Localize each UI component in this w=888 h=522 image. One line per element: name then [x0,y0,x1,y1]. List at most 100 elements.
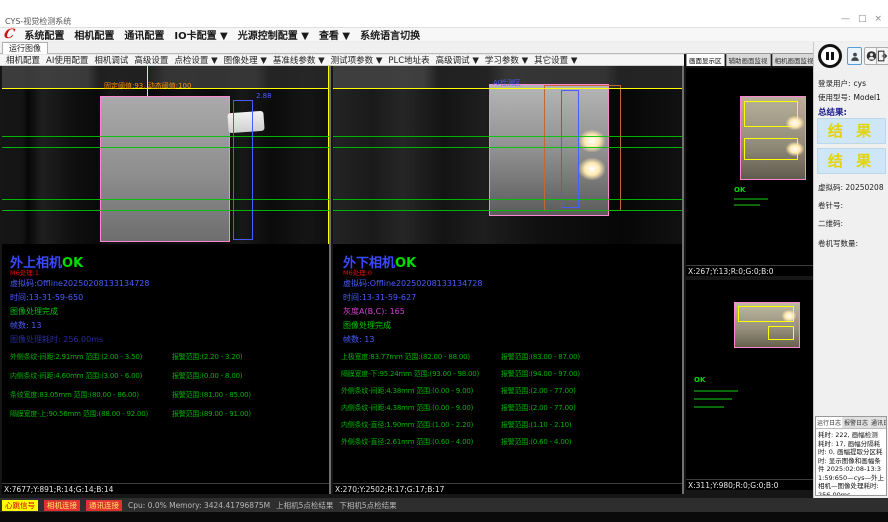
bright-spot [579,158,605,180]
right-control-panel: 登录用户:cys 使用型号:Model1 总结果: 结 果 结 果 虚拟码: 2… [813,42,888,498]
detected-part-region [100,96,230,242]
bright-spot [782,310,796,322]
toolbar: 相机配置 AI使用配置 相机调试 高级设置 点检设置 ▼ 图像处理 ▼ 基准线参… [0,54,684,66]
minitab-display-area[interactable]: 画面显示区 [686,53,725,66]
minitab-aux-monitor[interactable]: 辅助画面监视 [726,53,771,66]
bright-spot [579,130,605,152]
small-view-bottom[interactable]: OK X:311;Y:980;R:0;G:0;B:0 [686,280,813,490]
middle-frame-count: 帧数: 13 [343,334,374,345]
maximize-button[interactable]: □ [858,14,867,24]
minitab-camera-monitor[interactable]: 相机画面监视 [772,53,817,66]
middle-camera-sub: M6处理:0 [343,267,372,277]
camera-connect-badge: 相机连接 [44,500,80,511]
minimize-button[interactable]: — [841,14,850,24]
middle-camera-image: AI检测区 [333,66,682,244]
measurement-row: 外侧条纹-直径:2.61mm 范围:(0.60 - 4.00)报警范围:(0.6… [341,437,680,447]
cpu-memory-status: Cpu: 0.0% Memory: 3424.41796875M [128,501,270,510]
lower-camera-check-result[interactable]: 下相机5点检结果 [339,500,396,511]
green-text-line [734,204,760,206]
model-field: 使用型号:Model1 [818,92,881,103]
green-measure-line [333,199,682,200]
green-text-line [694,390,738,392]
blue-roi-box [561,90,579,208]
tool-plc-address[interactable]: PLC地址表 [388,54,429,66]
menu-view[interactable]: 查看 ▼ [319,27,350,42]
measurement-row: 隔膜宽度-上:90.56mm 范围:(88.00 - 92.00)报警范围:(8… [10,409,327,419]
upper-camera-check-result[interactable]: 上相机5点检结果 [276,500,333,511]
camera-view-outer-lower[interactable]: AI检测区 外下相机OK M6处理:0 虚拟码:Offline202502081… [333,66,684,494]
green-measure-line [2,199,329,200]
green-measure-line [333,136,682,137]
value-overlay-label: 2.88 [256,92,272,100]
qr-code-field: 二维码: [818,218,843,229]
title-bar: CYS-视觉检测系统 — □ × [0,0,888,28]
tool-baseline-params[interactable]: 基准线参数 ▼ [273,54,325,66]
total-result-box-1: 结 果 [817,118,886,144]
measurement-row: 内侧条纹-直径:1.90mm 范围:(1.00 - 2.20)报警范围:(1.1… [341,420,680,430]
middle-pixel-coordinate-bar: X:270;Y:2502;R:17;G:17;B:17 [333,483,682,494]
camera-view-outer-upper[interactable]: 固定阈值:93, 动态阈值:100 2.88 外上相机OK M6处理:1 虚拟码… [2,66,331,494]
login-user-field: 登录用户:cys [818,78,866,89]
needle-number-field: 卷针号: [818,200,843,211]
exit-door-icon [877,50,888,62]
mini-tab-bar: 画面显示区 辅助画面监视 相机画面监视 [686,54,813,66]
threshold-overlay-text: 固定阈值:93, 动态阈值:100 [104,81,191,91]
measurement-row: 隔膜宽度-下:95.24mm 范围:(93.00 - 98.00)报警范围:(9… [341,369,680,379]
menu-camera-config[interactable]: 相机配置 [74,27,114,42]
window-bottom-edge [0,512,888,522]
user-login-button[interactable] [847,47,862,65]
tool-image-processing[interactable]: 图像处理 ▼ [224,54,267,66]
close-button[interactable]: × [874,14,882,24]
green-measure-line [333,147,682,148]
green-measure-line [333,210,682,211]
green-text-line [734,198,768,200]
small-bottom-ok-status: OK [694,376,705,384]
log-tab-run[interactable]: 运行日志 [816,417,842,428]
small-bottom-coordinate-bar: X:311;Y:980;R:0;G:0;B:0 [686,479,813,490]
pause-button[interactable] [818,44,842,68]
log-text[interactable]: 耗时: 222, 画幅检测耗时: 17, 画幅分隔耗时: 0, 画幅提取分区耗时… [816,429,886,496]
tool-spotcheck-settings[interactable]: 点检设置 ▼ [174,54,217,66]
log-tab-alarm[interactable]: 报警日志 [843,417,869,428]
menu-comm-config[interactable]: 通讯配置 [124,27,164,42]
measurement-row: 外侧条纹-间距:2.91mm 范围:(2.00 - 3.50)报警范围:(2.2… [10,352,327,362]
log-tab-comm[interactable]: 通讯日志 [870,417,887,428]
window-controls: — □ × [841,14,882,24]
left-pixel-coordinate-bar: X:7677;Y:891;R:14;G:14;B:14 [2,483,329,494]
left-virtual-code: 虚拟码:Offline20250208133134728 [10,278,149,289]
green-measure-line [2,210,329,211]
green-measure-line [2,147,329,148]
exit-button[interactable] [876,47,888,65]
total-result-label: 总结果: [818,106,847,118]
left-camera-image: 固定阈值:93, 动态阈值:100 2.88 [2,66,329,244]
green-measure-line [2,136,329,137]
tool-camera-config[interactable]: 相机配置 [6,54,40,66]
middle-virtual-code: 虚拟码:Offline20250208133134728 [343,278,482,289]
yellow-roi-box [768,326,794,340]
menu-bar: C 系统配置 相机配置 通讯配置 IO卡配置 ▼ 光源控制配置 ▼ 查看 ▼ 系… [0,28,888,42]
tool-learn-params[interactable]: 学习参数 ▼ [485,54,528,66]
left-elapsed: 图像处理耗时: 256.00ms [10,334,103,345]
log-panel: 运行日志 报警日志 通讯日志 耗时: 222, 画幅检测耗时: 17, 画幅分隔… [815,416,887,496]
tool-test-params[interactable]: 测试项参数 ▼ [331,54,383,66]
tab-run-image[interactable]: 运行图像 [2,42,48,54]
middle-process-done: 图像处理完成 [343,320,391,331]
comm-connect-badge: 通讯连接 [86,500,122,511]
measurement-row: 上极宽度:83.77mm 范围:(82.00 - 88.00)报警范围:(83.… [341,352,680,362]
left-time: 时间:13-31-59-650 [10,292,83,303]
tool-ai-config[interactable]: AI使用配置 [46,54,88,66]
tool-other-settings[interactable]: 其它设置 ▼ [534,54,577,66]
measurement-row: 内侧条纹-间距:4.38mm 范围:(0.00 - 9.00)报警范围:(2.0… [341,403,680,413]
measurement-row: 条纹宽度:83.05mm 范围:(80.00 - 86.00)报警范围:(81.… [10,390,327,400]
menu-system-config[interactable]: 系统配置 [24,27,64,42]
menu-io-config[interactable]: IO卡配置 ▼ [174,27,227,42]
tool-camera-debug[interactable]: 相机调试 [94,54,128,66]
small-view-top[interactable]: OK X:267;Y:13;R:0;G:0;B:0 [686,68,813,276]
virtual-code-field: 虚拟码: 20250208 [818,182,884,193]
model-value: Model1 [854,93,881,102]
tool-advanced-debug[interactable]: 高级调试 ▼ [436,54,479,66]
login-user-value: cys [854,79,866,88]
menu-language-switch[interactable]: 系统语言切换 [360,27,420,42]
tool-advanced-settings[interactable]: 高级设置 [134,54,168,66]
menu-light-config[interactable]: 光源控制配置 ▼ [238,27,309,42]
